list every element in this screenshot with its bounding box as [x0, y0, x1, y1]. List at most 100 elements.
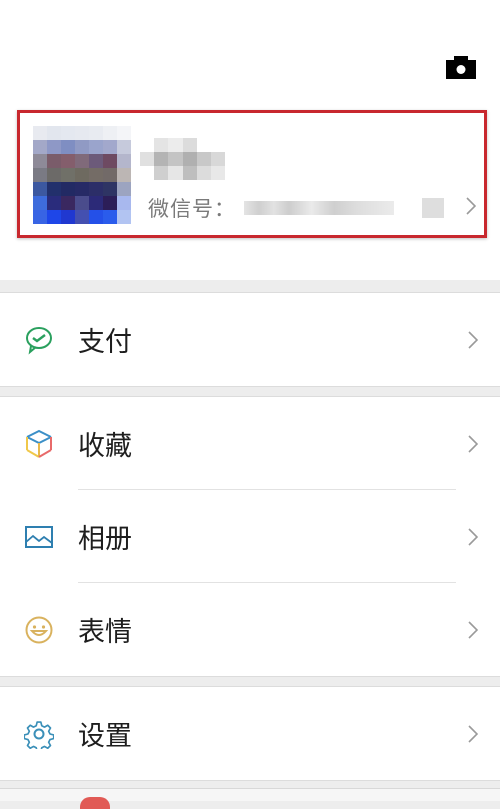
chevron-right-icon: [466, 197, 476, 215]
album-image-icon: [25, 525, 53, 548]
avatar-pixel: [89, 126, 103, 140]
nickname-pixel: [182, 138, 197, 152]
settings-gear-icon: [24, 720, 54, 749]
wechat-pay-icon: [26, 326, 52, 354]
nickname-pixel: [196, 152, 211, 166]
avatar-pixel: [33, 210, 47, 224]
avatar-pixel: [117, 210, 131, 224]
avatar-pixel: [47, 168, 61, 182]
unread-badge: [80, 797, 110, 809]
avatar-pixel: [33, 140, 47, 154]
nickname-pixel: [154, 152, 169, 166]
chevron-right-icon: [468, 724, 478, 743]
nickname-blurred: [140, 138, 225, 180]
chevron-right-icon: [468, 434, 478, 453]
nickname-pixel: [140, 152, 155, 166]
wechat-id-row: 微信号：: [148, 193, 444, 223]
bottom-tab-bar: [0, 788, 500, 801]
avatar-pixel: [103, 140, 117, 154]
nickname-pixel: [210, 166, 225, 180]
chevron-right-icon: [468, 527, 478, 546]
avatar-pixel: [47, 182, 61, 196]
avatar-pixel: [75, 210, 89, 224]
avatar-pixel: [61, 154, 75, 168]
nickname-pixel: [210, 152, 225, 166]
nickname-pixel: [210, 138, 225, 152]
avatar-pixel: [47, 154, 61, 168]
avatar-pixel: [75, 168, 89, 182]
avatar-pixel: [61, 168, 75, 182]
chevron-right-icon: [468, 620, 478, 639]
menu-item-album[interactable]: 相册: [0, 490, 500, 583]
avatar-pixel: [117, 168, 131, 182]
menu-label: 相册: [78, 524, 132, 555]
menu-group-pay: 支付: [0, 292, 500, 387]
avatar-pixel: [33, 182, 47, 196]
chevron-right-icon: [468, 330, 478, 349]
nickname-pixel: [168, 152, 183, 166]
nickname-pixel: [168, 166, 183, 180]
nickname-pixel: [196, 138, 211, 152]
avatar-pixel: [75, 154, 89, 168]
avatar-pixel: [117, 182, 131, 196]
avatar-pixel: [75, 196, 89, 210]
menu-group-content: 收藏 相册 表情: [0, 396, 500, 677]
avatar-pixel: [61, 140, 75, 154]
avatar-pixel: [47, 140, 61, 154]
avatar-pixel: [89, 210, 103, 224]
avatar-pixel: [75, 126, 89, 140]
nickname-pixel: [182, 152, 197, 166]
favorites-cube-icon: [26, 429, 52, 458]
nickname-pixel: [140, 138, 155, 152]
nickname-pixel: [168, 138, 183, 152]
avatar-pixel: [47, 126, 61, 140]
avatar-pixel: [33, 168, 47, 182]
avatar-pixel: [75, 182, 89, 196]
menu-item-stickers[interactable]: 表情: [0, 583, 500, 676]
avatar-pixel: [33, 196, 47, 210]
menu-label: 表情: [78, 617, 132, 648]
avatar-pixel: [61, 182, 75, 196]
wechat-id-label: 微信号：: [148, 197, 236, 221]
nickname-pixel: [140, 166, 155, 180]
avatar-pixel: [61, 210, 75, 224]
avatar-pixel: [89, 168, 103, 182]
camera-icon[interactable]: [446, 55, 476, 79]
avatar-pixel: [89, 196, 103, 210]
avatar-pixel: [47, 196, 61, 210]
avatar-pixel: [117, 126, 131, 140]
avatar-pixel: [33, 154, 47, 168]
profile-card[interactable]: 微信号：: [17, 110, 487, 238]
avatar-pixel: [103, 196, 117, 210]
nickname-pixel: [154, 166, 169, 180]
avatar[interactable]: [33, 126, 131, 224]
wechat-id-value-blurred: [244, 201, 394, 215]
avatar-pixel: [47, 210, 61, 224]
menu-label: 收藏: [78, 431, 132, 462]
avatar-pixel: [33, 126, 47, 140]
avatar-pixel: [89, 140, 103, 154]
nickname-pixel: [182, 166, 197, 180]
avatar-pixel: [103, 126, 117, 140]
menu-label: 支付: [78, 327, 132, 358]
avatar-pixel: [117, 196, 131, 210]
menu-item-settings[interactable]: 设置: [0, 687, 500, 780]
avatar-pixel: [103, 168, 117, 182]
qr-code-blurred[interactable]: [422, 198, 444, 218]
menu-item-pay[interactable]: 支付: [0, 293, 500, 386]
menu-item-favorites[interactable]: 收藏: [0, 397, 500, 490]
menu-group-settings: 设置: [0, 686, 500, 781]
avatar-pixel: [117, 140, 131, 154]
avatar-pixel: [89, 154, 103, 168]
menu-label: 设置: [78, 721, 132, 752]
avatar-pixel: [61, 126, 75, 140]
sticker-smile-icon: [25, 616, 53, 643]
avatar-pixel: [117, 154, 131, 168]
nickname-pixel: [154, 138, 169, 152]
avatar-pixel: [89, 182, 103, 196]
nickname-pixel: [196, 166, 211, 180]
avatar-pixel: [75, 140, 89, 154]
profile-header: 微信号：: [0, 0, 500, 280]
avatar-pixel: [61, 196, 75, 210]
avatar-pixel: [103, 154, 117, 168]
